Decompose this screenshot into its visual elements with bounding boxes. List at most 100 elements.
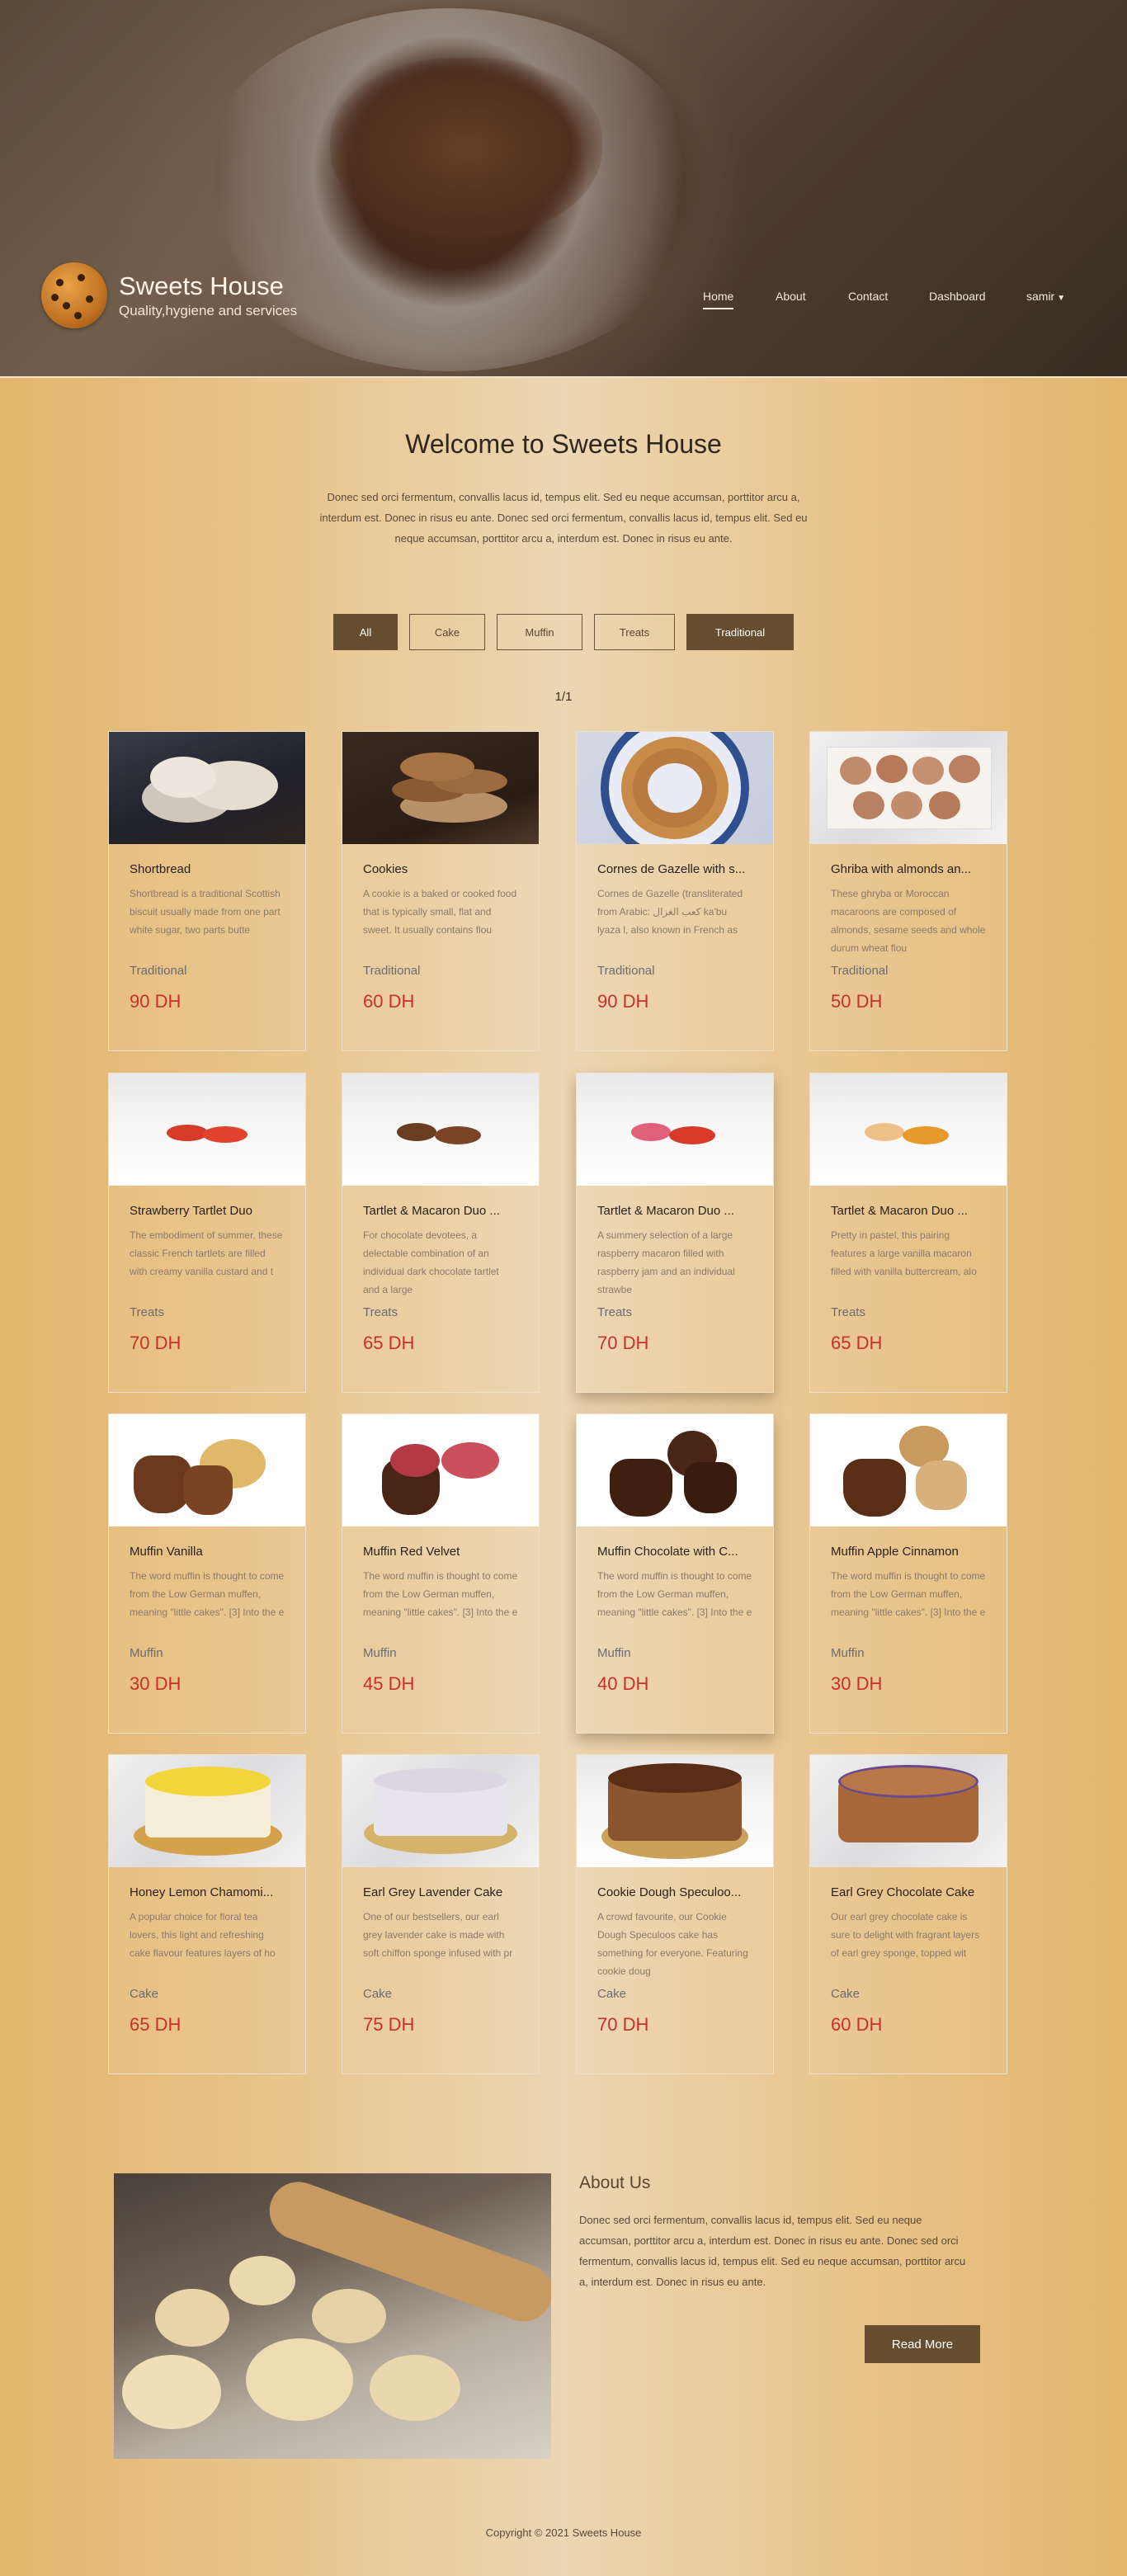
product-description: For chocolate devotees, a delectable com… bbox=[363, 1229, 499, 1295]
product-card[interactable]: Tartlet & Macaron Duo ... A summery sele… bbox=[576, 1073, 774, 1393]
product-price: 65 DH bbox=[831, 1333, 883, 1353]
product-category: Cake bbox=[130, 1987, 159, 2001]
product-card[interactable]: Tartlet & Macaron Duo ... Pretty in past… bbox=[809, 1073, 1007, 1393]
product-description: Cornes de Gazelle (transliterated from A… bbox=[597, 888, 743, 936]
product-description: Our earl grey chocolate cake is sure to … bbox=[831, 1911, 980, 1959]
product-name: Tartlet & Macaron Duo ... bbox=[363, 1204, 500, 1218]
product-description: A summery selection of a large raspberry… bbox=[597, 1229, 735, 1295]
filter-all[interactable]: All bbox=[333, 614, 398, 650]
product-name: Muffin Red Velvet bbox=[363, 1545, 460, 1559]
product-price: 65 DH bbox=[130, 2014, 182, 2035]
product-category: Muffin bbox=[130, 1646, 163, 1660]
product-description: One of our bestsellers, our earl grey la… bbox=[363, 1911, 513, 1959]
about-title: About Us bbox=[579, 2173, 651, 2192]
product-card[interactable]: Muffin Red Velvet The word muffin is tho… bbox=[342, 1413, 540, 1734]
product-card[interactable]: Earl Grey Chocolate Cake Our earl grey c… bbox=[809, 1754, 1007, 2074]
product-card[interactable]: Cornes de Gazelle with s... Cornes de Ga… bbox=[576, 731, 774, 1051]
nav-home[interactable]: Home bbox=[703, 290, 734, 309]
nav-contact[interactable]: Contact bbox=[848, 290, 888, 303]
category-filters: All Cake Muffin Treats Traditional bbox=[0, 614, 1127, 650]
product-name: Cookie Dough Speculoo... bbox=[597, 1885, 742, 1899]
product-category: Muffin bbox=[597, 1646, 631, 1660]
product-description: The word muffin is thought to come from … bbox=[130, 1570, 285, 1618]
product-card[interactable]: Tartlet & Macaron Duo ... For chocolate … bbox=[342, 1073, 540, 1393]
product-category: Traditional bbox=[597, 964, 655, 978]
product-price: 70 DH bbox=[597, 2014, 649, 2035]
filter-muffin[interactable]: Muffin bbox=[497, 614, 582, 650]
product-category: Treats bbox=[597, 1305, 632, 1319]
product-image bbox=[810, 732, 1007, 844]
product-category: Cake bbox=[831, 1987, 861, 2001]
product-category: Treats bbox=[363, 1305, 398, 1319]
caret-down-icon: ▼ bbox=[1057, 294, 1066, 303]
product-price: 65 DH bbox=[363, 1333, 415, 1353]
about-image bbox=[114, 2173, 551, 2459]
product-card[interactable]: Earl Grey Lavender Cake One of our bests… bbox=[342, 1754, 540, 2074]
product-name: Cornes de Gazelle with s... bbox=[597, 862, 746, 876]
product-image bbox=[577, 732, 773, 844]
product-description: The word muffin is thought to come from … bbox=[363, 1570, 518, 1618]
product-price: 30 DH bbox=[130, 1673, 182, 1694]
product-image bbox=[577, 1414, 773, 1526]
cookie-logo-icon bbox=[41, 262, 107, 328]
product-description: The word muffin is thought to come from … bbox=[831, 1570, 986, 1618]
nav-dashboard[interactable]: Dashboard bbox=[929, 290, 986, 303]
product-image bbox=[342, 1073, 539, 1186]
filter-cake[interactable]: Cake bbox=[409, 614, 485, 650]
product-image bbox=[810, 1414, 1007, 1526]
product-price: 90 DH bbox=[130, 991, 182, 1012]
product-price: 75 DH bbox=[363, 2014, 415, 2035]
product-price: 40 DH bbox=[597, 1673, 649, 1694]
product-image bbox=[342, 732, 539, 844]
product-category: Muffin bbox=[831, 1646, 865, 1660]
product-description: A cookie is a baked or cooked food that … bbox=[363, 888, 517, 936]
product-name: Shortbread bbox=[130, 862, 191, 876]
product-card[interactable]: Ghriba with almonds an... These ghryba o… bbox=[809, 731, 1007, 1051]
product-category: Treats bbox=[130, 1305, 164, 1319]
product-price: 45 DH bbox=[363, 1673, 415, 1694]
product-image bbox=[109, 1414, 305, 1526]
brand[interactable]: Sweets House Quality,hygiene and service… bbox=[41, 262, 297, 328]
product-name: Cookies bbox=[363, 862, 408, 876]
product-category: Traditional bbox=[831, 964, 889, 978]
product-card[interactable]: Shortbread Shortbread is a traditional S… bbox=[108, 731, 306, 1051]
filter-treats[interactable]: Treats bbox=[594, 614, 675, 650]
about-text: Donec sed orci fermentum, convallis lacu… bbox=[579, 2214, 966, 2288]
product-card[interactable]: Muffin Vanilla The word muffin is though… bbox=[108, 1413, 306, 1734]
user-menu[interactable]: samir ▼ bbox=[1026, 290, 1065, 303]
filter-traditional[interactable]: Traditional bbox=[686, 614, 794, 650]
product-card[interactable]: Muffin Apple Cinnamon The word muffin is… bbox=[809, 1413, 1007, 1734]
product-price: 30 DH bbox=[831, 1673, 883, 1694]
product-category: Traditional bbox=[130, 964, 187, 978]
product-image bbox=[810, 1073, 1007, 1186]
product-description: Shortbread is a traditional Scottish bis… bbox=[130, 888, 281, 936]
product-price: 50 DH bbox=[831, 991, 883, 1012]
welcome-title: Welcome to Sweets House bbox=[405, 429, 722, 459]
nav-about[interactable]: About bbox=[776, 290, 806, 303]
product-category: Traditional bbox=[363, 964, 421, 978]
product-card[interactable]: Cookies A cookie is a baked or cooked fo… bbox=[342, 731, 540, 1051]
product-name: Strawberry Tartlet Duo bbox=[130, 1204, 252, 1218]
product-price: 60 DH bbox=[363, 991, 415, 1012]
product-description: The word muffin is thought to come from … bbox=[597, 1570, 752, 1618]
product-name: Muffin Chocolate with C... bbox=[597, 1545, 738, 1559]
product-card[interactable]: Muffin Chocolate with C... The word muff… bbox=[576, 1413, 774, 1734]
read-more-button[interactable]: Read More bbox=[865, 2325, 980, 2363]
product-card[interactable]: Strawberry Tartlet Duo The embodiment of… bbox=[108, 1073, 306, 1393]
product-card[interactable]: Honey Lemon Chamomi... A popular choice … bbox=[108, 1754, 306, 2074]
brand-title: Sweets House bbox=[119, 271, 284, 300]
pagination: 1/1 bbox=[554, 690, 573, 704]
welcome-text: Donec sed orci fermentum, convallis lacu… bbox=[319, 491, 808, 545]
product-name: Tartlet & Macaron Duo ... bbox=[597, 1204, 734, 1218]
product-image bbox=[342, 1755, 539, 1867]
product-image bbox=[109, 732, 305, 844]
product-price: 70 DH bbox=[130, 1333, 182, 1353]
product-name: Earl Grey Lavender Cake bbox=[363, 1885, 503, 1899]
product-card[interactable]: Cookie Dough Speculoo... A crowd favouri… bbox=[576, 1754, 774, 2074]
product-image bbox=[577, 1073, 773, 1186]
product-image bbox=[109, 1755, 305, 1867]
footer-copyright: Copyright © 2021 Sweets House bbox=[485, 2526, 642, 2539]
product-description: A popular choice for floral tea lovers, … bbox=[130, 1911, 276, 1959]
product-price: 90 DH bbox=[597, 991, 649, 1012]
product-name: Tartlet & Macaron Duo ... bbox=[831, 1204, 968, 1218]
